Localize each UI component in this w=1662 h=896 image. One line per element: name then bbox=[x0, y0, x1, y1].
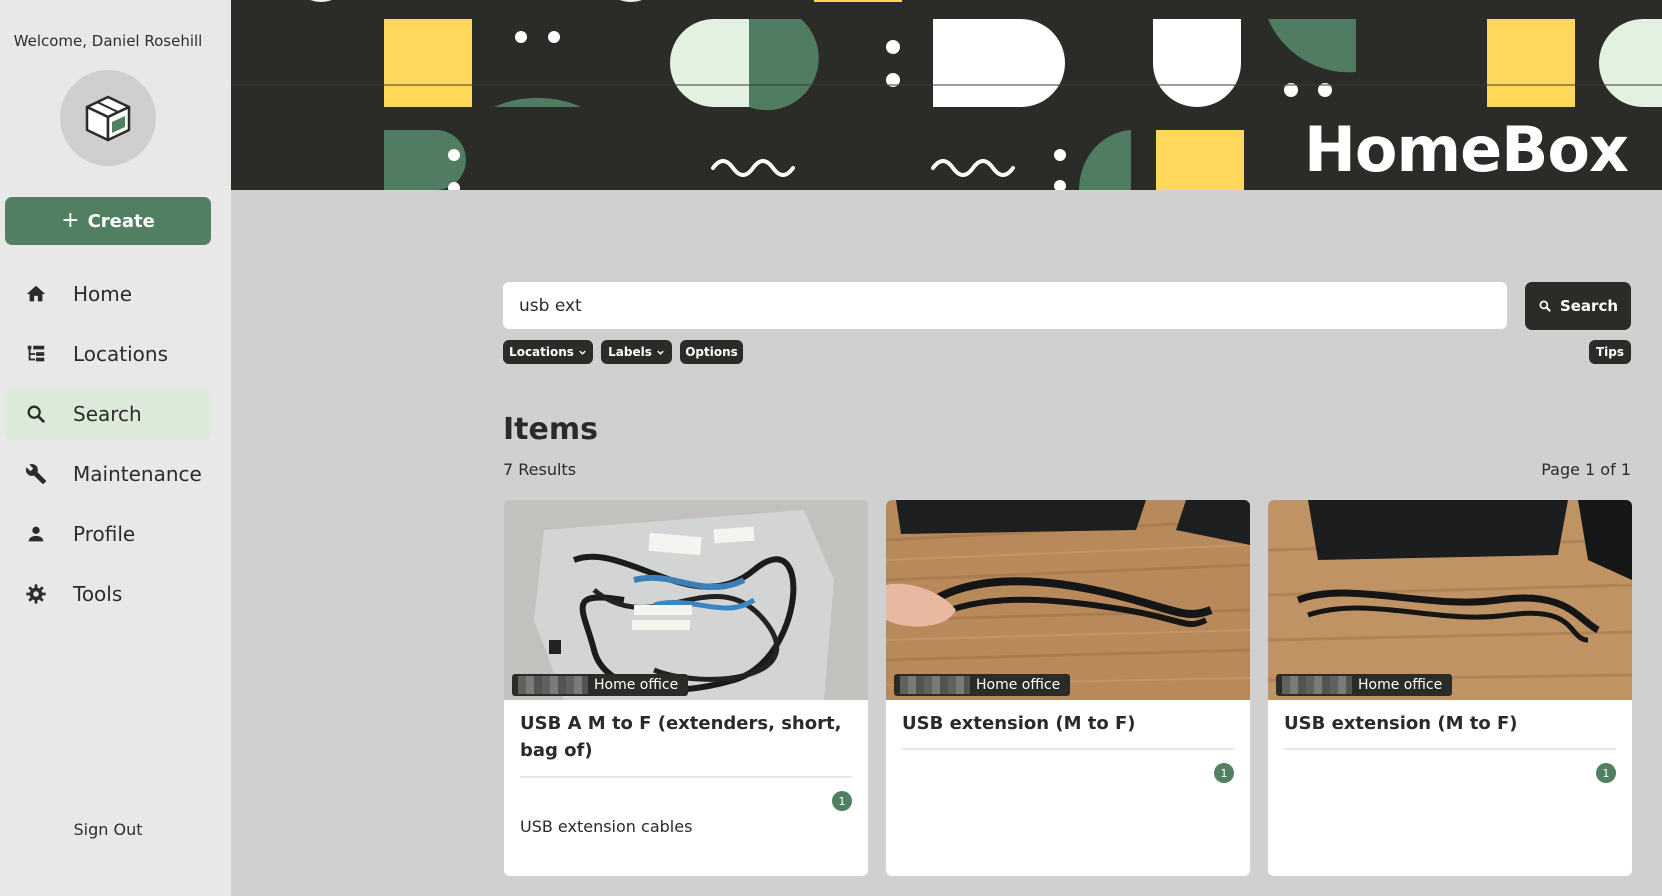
search-button-label: Search bbox=[1559, 297, 1619, 315]
sign-out-button[interactable]: Sign Out bbox=[0, 820, 216, 839]
locations-tree-icon bbox=[21, 339, 51, 369]
welcome-text: Welcome, Daniel Rosehill bbox=[13, 32, 203, 50]
page-indicator: Page 1 of 1 bbox=[1541, 460, 1631, 479]
create-button[interactable]: + Create bbox=[5, 197, 211, 245]
avatar[interactable] bbox=[60, 70, 156, 166]
sidebar-item-label: Home bbox=[73, 282, 133, 306]
sidebar-item-tools[interactable]: Tools bbox=[5, 568, 211, 620]
sidebar: Welcome, Daniel Rosehill + Create Home L… bbox=[0, 0, 231, 896]
location-badge[interactable]: Home office bbox=[512, 674, 689, 696]
labels-filter-button[interactable]: Labels bbox=[601, 340, 672, 364]
quantity-badge: 1 bbox=[1214, 763, 1234, 783]
main-content: Search Locations Labels Options Tips Ite… bbox=[231, 190, 1662, 896]
sidebar-item-maintenance[interactable]: Maintenance bbox=[5, 448, 211, 500]
location-label: Home office bbox=[976, 677, 1061, 693]
item-photo: Home office bbox=[504, 500, 868, 700]
box-logo-icon bbox=[85, 95, 131, 142]
filter-bar: Locations Labels Options Tips bbox=[503, 340, 1631, 364]
search-icon bbox=[21, 399, 51, 429]
item-photo: Home office bbox=[886, 500, 1250, 700]
item-description: USB extension cables bbox=[520, 817, 693, 836]
sidebar-item-label: Locations bbox=[73, 342, 169, 366]
search-button[interactable]: Search bbox=[1525, 282, 1631, 330]
plus-icon: + bbox=[61, 208, 80, 233]
sidebar-item-home[interactable]: Home bbox=[5, 268, 211, 320]
gear-icon bbox=[21, 579, 51, 609]
redacted-block bbox=[1282, 676, 1352, 694]
person-icon bbox=[21, 519, 51, 549]
locations-filter-button[interactable]: Locations bbox=[503, 340, 593, 364]
redacted-block bbox=[518, 676, 588, 694]
chevron-down-icon bbox=[657, 350, 664, 355]
sidebar-item-search[interactable]: Search bbox=[5, 388, 211, 440]
tips-label: Tips bbox=[1595, 345, 1625, 359]
item-photo: Home office bbox=[1268, 500, 1632, 700]
card-divider bbox=[902, 748, 1234, 750]
card-divider bbox=[520, 776, 852, 778]
item-card[interactable]: Home office USB A M to F (extenders, sho… bbox=[504, 500, 868, 876]
quantity-badge: 1 bbox=[832, 791, 852, 811]
sidebar-nav: Home Locations Search Maintenance Profil… bbox=[5, 268, 211, 628]
tips-button[interactable]: Tips bbox=[1589, 340, 1631, 364]
items-heading: Items bbox=[503, 412, 598, 447]
locations-filter-label: Locations bbox=[509, 345, 574, 359]
location-badge[interactable]: Home office bbox=[1276, 674, 1453, 696]
item-title: USB extension (M to F) bbox=[902, 713, 1136, 734]
options-label: Options bbox=[685, 345, 738, 359]
sidebar-item-label: Search bbox=[73, 402, 142, 426]
search-input[interactable] bbox=[503, 282, 1507, 329]
sidebar-item-profile[interactable]: Profile bbox=[5, 508, 211, 560]
create-label: Create bbox=[87, 210, 155, 232]
labels-filter-label: Labels bbox=[608, 345, 652, 359]
sidebar-item-label: Profile bbox=[73, 522, 136, 546]
quantity-badge: 1 bbox=[1596, 763, 1616, 783]
location-label: Home office bbox=[594, 677, 679, 693]
item-title: USB A M to F (extenders, short, bag of) bbox=[520, 713, 842, 761]
card-divider bbox=[1284, 748, 1616, 750]
results-count: 7 Results bbox=[503, 460, 577, 479]
item-title: USB extension (M to F) bbox=[1284, 713, 1518, 734]
sidebar-item-locations[interactable]: Locations bbox=[5, 328, 211, 380]
sidebar-item-label: Tools bbox=[73, 582, 123, 606]
wrench-icon bbox=[21, 459, 51, 489]
item-card[interactable]: Home office USB extension (M to F) 1 bbox=[886, 500, 1250, 876]
header-banner: HomeBox bbox=[231, 0, 1662, 190]
sidebar-item-label: Maintenance bbox=[73, 462, 202, 486]
home-icon bbox=[21, 279, 51, 309]
homebox-logo: HomeBox bbox=[1304, 113, 1629, 186]
search-bar: Search bbox=[503, 282, 1662, 330]
search-icon bbox=[1539, 300, 1551, 312]
options-button[interactable]: Options bbox=[680, 340, 743, 364]
location-badge[interactable]: Home office bbox=[894, 674, 1071, 696]
item-card[interactable]: Home office USB extension (M to F) 1 bbox=[1268, 500, 1632, 876]
chevron-down-icon bbox=[579, 350, 586, 355]
location-label: Home office bbox=[1358, 677, 1443, 693]
redacted-block bbox=[900, 676, 970, 694]
